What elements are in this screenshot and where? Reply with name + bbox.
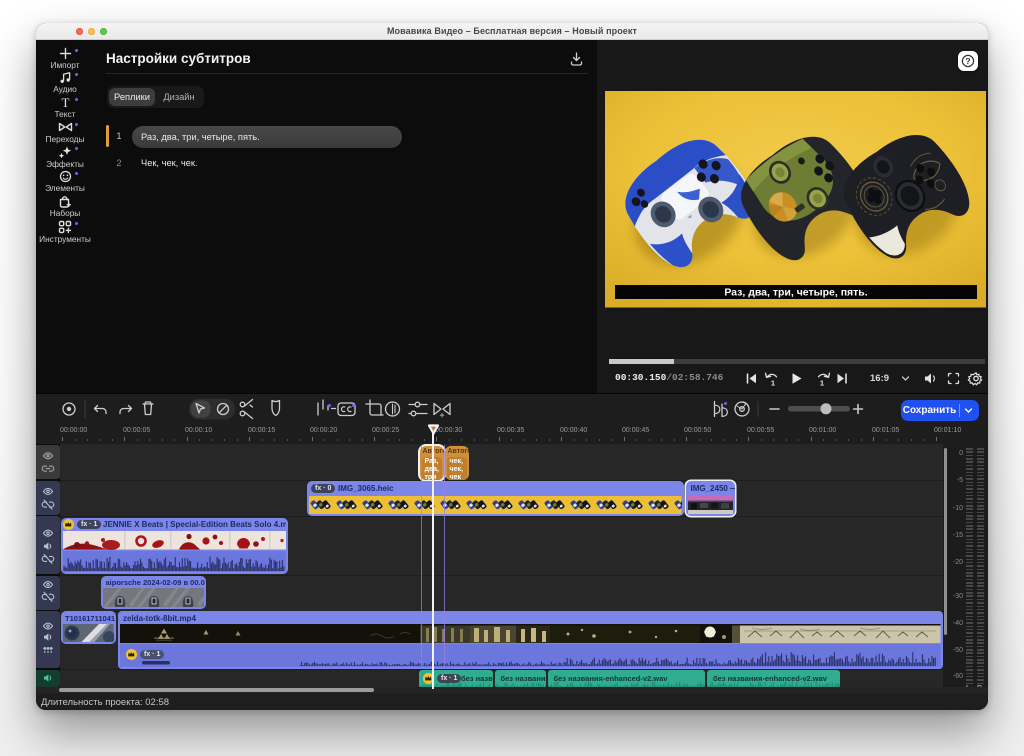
- svg-text:Раз, два, три, четыре, пять.: Раз, два, три, четыре, пять.: [724, 287, 867, 299]
- svg-text:1: 1: [771, 379, 775, 388]
- svg-text:T: T: [61, 96, 69, 109]
- svg-text:?: ?: [965, 56, 970, 66]
- svg-text:1: 1: [820, 379, 824, 388]
